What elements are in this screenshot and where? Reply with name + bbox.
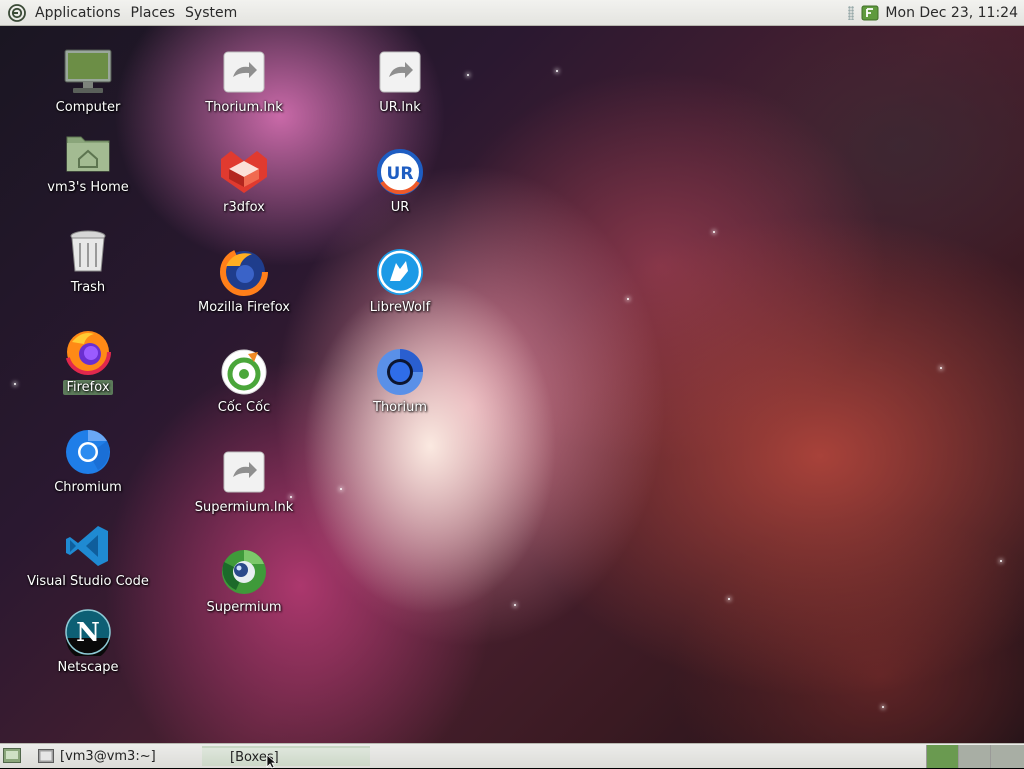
distro-logo-icon[interactable] xyxy=(8,3,26,22)
firefox-icon xyxy=(65,329,111,375)
supermium-icon xyxy=(222,550,266,594)
icon-label: Cốc Cốc xyxy=(217,400,271,415)
terminal-icon xyxy=(38,749,54,763)
desktop-icon-mozilla-firefox[interactable]: Mozilla Firefox xyxy=(194,246,294,315)
svg-text:UR: UR xyxy=(387,164,414,184)
workspace-2[interactable] xyxy=(958,745,990,768)
desktop-icon-firefox[interactable]: Firefox xyxy=(38,326,138,395)
desktop-wallpaper xyxy=(0,26,1024,743)
desktop-icon-computer[interactable]: Computer xyxy=(38,46,138,115)
desktop-icon-supermium-lnk[interactable]: Supermium.lnk xyxy=(194,446,294,515)
menu-system[interactable]: System xyxy=(180,0,242,26)
desktop-icon-chromium[interactable]: Chromium xyxy=(38,426,138,495)
desktop-icon-thorium[interactable]: Thorium xyxy=(350,346,450,415)
icon-label: UR.lnk xyxy=(379,100,421,115)
trash-icon xyxy=(70,230,106,272)
update-notifier-icon[interactable] xyxy=(860,4,880,22)
computer-icon xyxy=(64,49,112,93)
icon-label: Mozilla Firefox xyxy=(198,300,290,315)
icon-label: Trash xyxy=(70,280,106,295)
coccoc-icon xyxy=(221,349,267,395)
top-panel: Applications Places System Mon Dec 23, 1… xyxy=(0,0,1024,26)
desktop-icon-thorium-lnk[interactable]: Thorium.lnk xyxy=(194,46,294,115)
shortcut-icon xyxy=(223,51,265,93)
desktop-icon-ur[interactable]: UR UR xyxy=(350,146,450,215)
task-label: [vm3@vm3:~] xyxy=(60,748,156,764)
desktop-icon-netscape[interactable]: N Netscape xyxy=(38,606,138,675)
clock[interactable]: Mon Dec 23, 11:24 xyxy=(880,5,1024,21)
desktop-icon-librewolf[interactable]: LibreWolf xyxy=(350,246,450,315)
icon-label: Computer xyxy=(55,100,121,115)
menu-places[interactable]: Places xyxy=(126,0,181,26)
icon-label: Supermium xyxy=(206,600,282,615)
icon-label: Thorium xyxy=(373,400,427,415)
ur-browser-icon: UR xyxy=(377,149,423,195)
thorium-icon xyxy=(377,349,423,395)
tray-handle-icon xyxy=(848,5,855,20)
desktop-icon-vscode[interactable]: Visual Studio Code xyxy=(24,520,152,589)
taskbar-item-boxes[interactable]: [Boxes] xyxy=(202,746,370,766)
icon-label: Firefox xyxy=(63,380,113,395)
shortcut-icon xyxy=(223,451,265,493)
chromium-icon xyxy=(66,430,110,474)
workspace-1[interactable] xyxy=(926,745,958,768)
icon-label: r3dfox xyxy=(223,200,265,215)
icon-label: Visual Studio Code xyxy=(27,574,149,589)
vscode-icon xyxy=(66,526,108,566)
workspace-3[interactable] xyxy=(990,745,1024,768)
mouse-pointer-icon xyxy=(266,754,276,769)
desktop-icon-coccoc[interactable]: Cốc Cốc xyxy=(194,346,294,415)
icon-label: UR xyxy=(390,200,410,215)
desktop-icon-r3dfox[interactable]: r3dfox xyxy=(194,146,294,215)
svg-text:N: N xyxy=(76,618,100,648)
menu-applications[interactable]: Applications xyxy=(30,0,126,26)
main-menu: Applications Places System xyxy=(0,0,242,26)
bottom-panel: [vm3@vm3:~] [Boxes] xyxy=(0,743,1024,769)
netscape-icon: N xyxy=(65,609,111,656)
icon-label: Netscape xyxy=(57,660,119,675)
system-tray: Mon Dec 23, 11:24 xyxy=(848,0,1024,26)
icon-label: Chromium xyxy=(54,480,122,495)
desktop-icon-ur-lnk[interactable]: UR.lnk xyxy=(350,46,450,115)
desktop-icon-trash[interactable]: Trash xyxy=(38,226,138,295)
icon-label: LibreWolf xyxy=(369,300,431,315)
r3dfox-icon xyxy=(221,151,267,193)
librewolf-icon xyxy=(377,249,423,295)
icon-label: Supermium.lnk xyxy=(194,500,294,515)
firefox-icon xyxy=(220,248,268,296)
icon-label: vm3's Home xyxy=(47,180,129,195)
taskbar-item-terminal[interactable]: [vm3@vm3:~] xyxy=(30,746,200,766)
icon-label: Thorium.lnk xyxy=(205,100,283,115)
shortcut-icon xyxy=(379,51,421,93)
desktop-icon-home[interactable]: vm3's Home xyxy=(38,126,138,195)
show-desktop-icon[interactable] xyxy=(3,748,21,763)
home-folder-icon xyxy=(66,136,110,172)
desktop-icon-supermium[interactable]: Supermium xyxy=(194,546,294,615)
